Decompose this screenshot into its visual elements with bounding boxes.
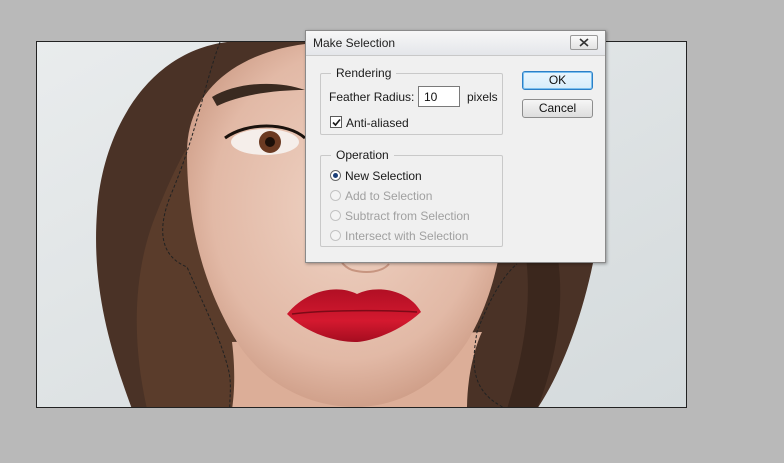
- add-to-selection-radio[interactable]: [330, 190, 341, 201]
- subtract-from-selection-label[interactable]: Subtract from Selection: [345, 209, 470, 223]
- feather-radius-label: Feather Radius:: [329, 90, 415, 104]
- dialog-title: Make Selection: [313, 36, 396, 50]
- make-selection-dialog: Make Selection Rendering Feather Radius:…: [305, 30, 606, 263]
- add-to-selection-label[interactable]: Add to Selection: [345, 189, 432, 203]
- new-selection-radio[interactable]: [330, 170, 341, 181]
- feather-unit-label: pixels: [467, 90, 498, 104]
- operation-group: Operation New Selection Add to Selection…: [320, 148, 503, 247]
- operation-legend: Operation: [331, 148, 394, 162]
- checkmark-icon: [332, 118, 341, 127]
- close-button[interactable]: [570, 35, 598, 50]
- anti-aliased-label[interactable]: Anti-aliased: [346, 116, 409, 130]
- rendering-legend: Rendering: [331, 66, 397, 80]
- intersect-with-selection-label[interactable]: Intersect with Selection: [345, 229, 468, 243]
- anti-aliased-checkbox[interactable]: [330, 116, 342, 128]
- close-icon: [579, 38, 589, 47]
- new-selection-label[interactable]: New Selection: [345, 169, 422, 183]
- rendering-group: Rendering Feather Radius: pixels Anti-al…: [320, 66, 503, 135]
- ok-button[interactable]: OK: [522, 71, 593, 90]
- subtract-from-selection-radio[interactable]: [330, 210, 341, 221]
- cancel-button[interactable]: Cancel: [522, 99, 593, 118]
- intersect-with-selection-radio[interactable]: [330, 230, 341, 241]
- feather-radius-input[interactable]: [418, 86, 460, 107]
- dialog-titlebar[interactable]: Make Selection: [306, 31, 605, 56]
